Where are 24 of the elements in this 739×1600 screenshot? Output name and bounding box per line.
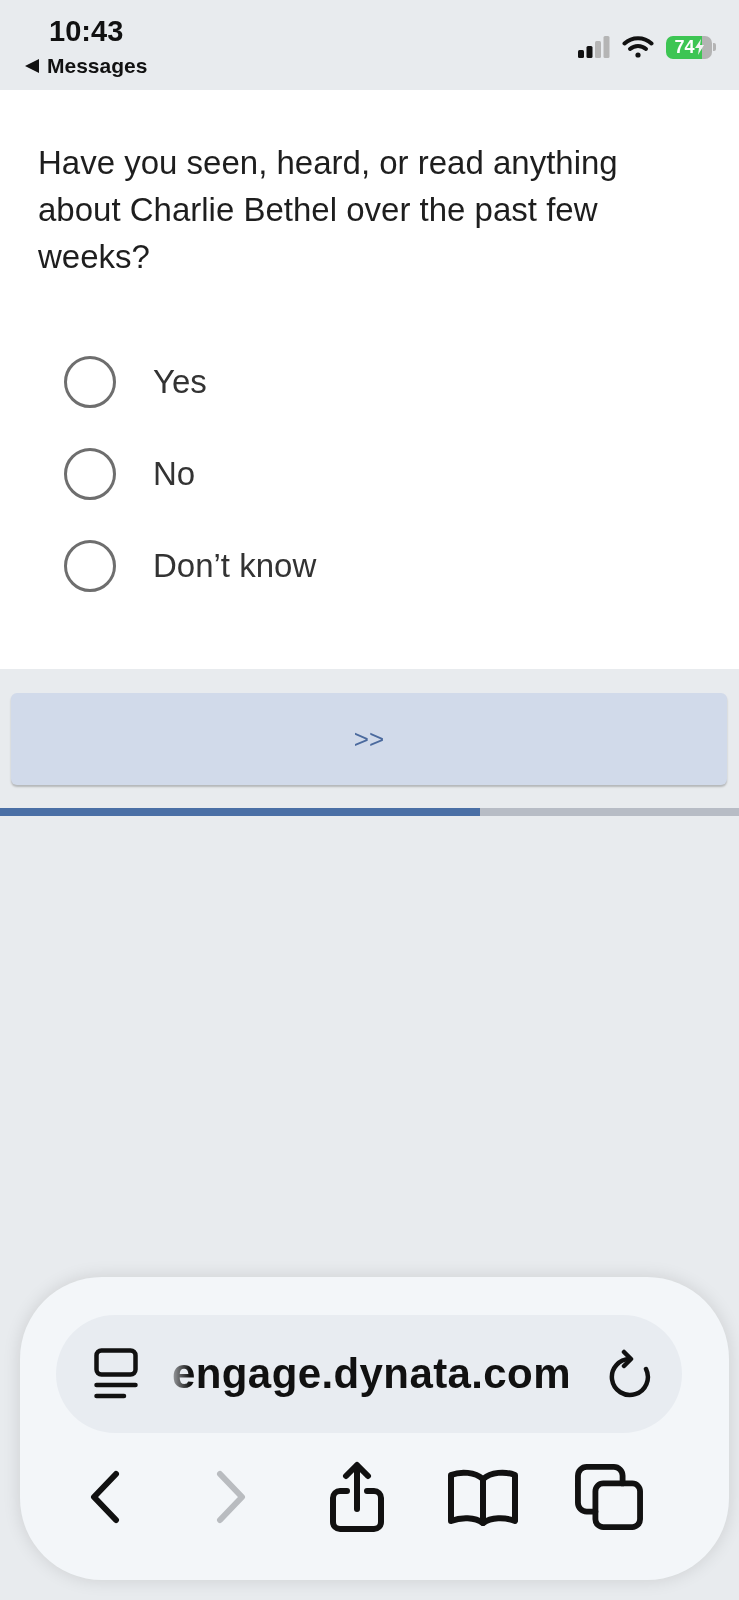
option-label[interactable]: Yes — [153, 361, 207, 403]
battery-percentage: 74 — [674, 37, 695, 57]
signal-icon — [578, 36, 610, 58]
reload-icon[interactable] — [608, 1349, 652, 1399]
book-icon[interactable] — [447, 1467, 519, 1527]
tabs-icon[interactable] — [575, 1464, 643, 1530]
radio-button[interactable] — [64, 540, 116, 592]
option-label[interactable]: No — [153, 453, 196, 495]
share-icon[interactable] — [329, 1461, 385, 1533]
radio-button[interactable] — [64, 356, 116, 408]
option-label[interactable]: Don’t know — [153, 545, 317, 587]
address-bar[interactable]: engage.dynata.com — [56, 1315, 682, 1433]
back-triangle-icon[interactable] — [25, 59, 39, 73]
url-text[interactable]: engage.dynata.com — [172, 1350, 571, 1398]
battery-cap — [713, 43, 716, 51]
next-button[interactable]: >> — [11, 693, 727, 785]
back-to-app-link[interactable]: Messages — [47, 54, 148, 78]
page-menu-icon[interactable] — [94, 1348, 138, 1400]
wifi-icon — [622, 35, 654, 59]
bolt-icon — [694, 39, 704, 55]
radio-button[interactable] — [64, 448, 116, 500]
clock-time: 10:43 — [49, 14, 124, 48]
chevron-left-icon[interactable] — [89, 1470, 121, 1524]
question-text: Have you seen, heard, or read anything about Charlie Bethel over the past few weeks? — [38, 143, 619, 277]
